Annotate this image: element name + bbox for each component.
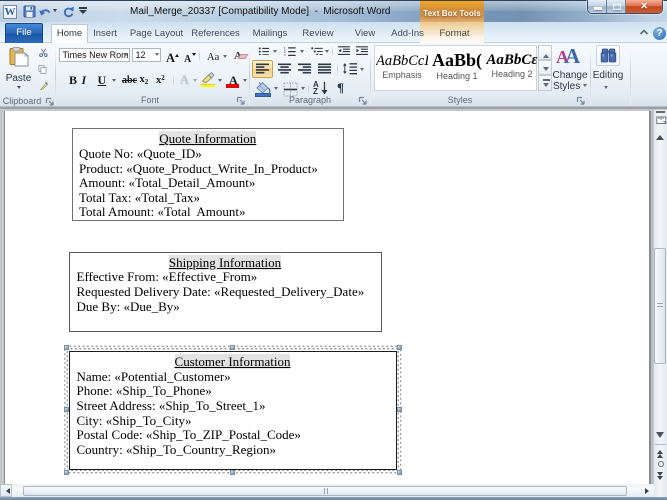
svg-text:3: 3	[284, 53, 286, 56]
